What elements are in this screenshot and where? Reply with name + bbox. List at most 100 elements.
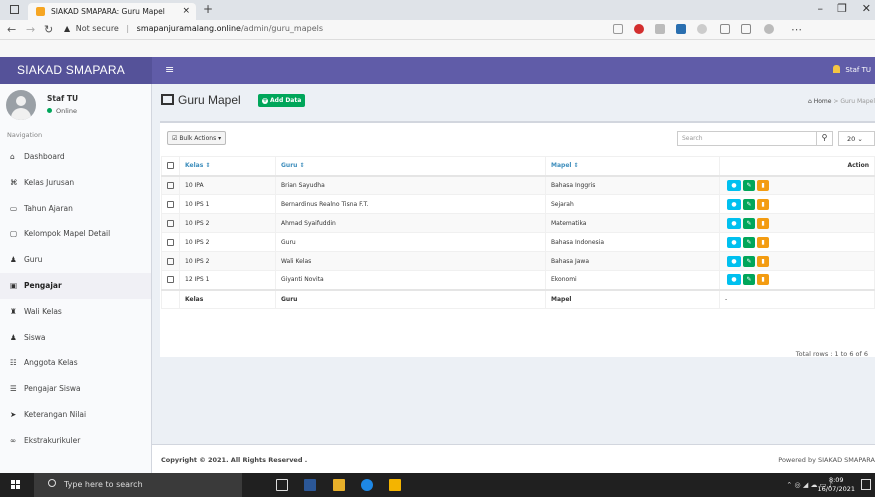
row-checkbox[interactable] [167,238,174,246]
new-tab-button[interactable]: + [203,2,213,16]
edit-button[interactable]: ✎ [743,255,755,267]
extension-icon[interactable] [697,24,707,34]
select-all-checkbox[interactable] [167,162,174,170]
table-row: 12 IPS 1 Giyanti Novita Ekonomi ● ✎ ▮ [161,270,875,290]
sidebar-item-anggota-kelas[interactable]: ☷ Anggota Kelas [0,350,151,376]
delete-button[interactable]: ▮ [757,198,769,210]
page-size-select[interactable]: 20 ⌄ [838,131,875,146]
delete-button[interactable]: ▮ [757,255,769,267]
browser-tab[interactable]: SIAKAD SMAPARA: Guru Mapel × [28,3,196,20]
sidebar-item-pengajar[interactable]: ▣ Pengajar [0,272,151,299]
sidebar-item-kelas-jurusan[interactable]: ⌘ Kelas Jurusan [0,170,151,196]
edit-button[interactable]: ✎ [743,179,755,191]
share-icon[interactable] [741,24,751,34]
delete-button[interactable]: ▮ [757,274,769,286]
maximize-button[interactable]: ❐ [837,2,847,15]
taskbar-search[interactable]: Type here to search [34,473,242,497]
cell-kelas: 10 IPS 2 [179,251,276,271]
sidebar-item-wali-kelas[interactable]: ♜ Wali Kelas [0,299,151,325]
tab-actions-icon[interactable] [10,5,19,14]
sidebar-item-dashboard[interactable]: ⌂ Dashboard [0,144,151,170]
task-view-icon[interactable] [276,479,288,491]
view-button[interactable]: ● [727,274,741,286]
edit-button[interactable]: ✎ [743,274,755,286]
plus-icon: + [262,97,268,104]
more-icon[interactable]: ⋯ [791,23,802,36]
security-label: Not secure [75,24,119,33]
url-field[interactable]: ▲ Not secure | smapanjuramalang.online/a… [64,24,323,33]
add-data-button[interactable]: + Add Data [258,94,306,107]
view-button[interactable]: ● [727,255,741,267]
edit-button[interactable]: ✎ [743,217,755,229]
sidebar-item-tahun-ajaran[interactable]: ▭ Tahun Ajaran [0,196,151,222]
opera-extension-icon[interactable] [634,24,644,34]
user-icon: ♟ [10,332,17,342]
bulk-actions-button[interactable]: ☑ Bulk Actions ▾ [167,131,227,145]
select-all-checkbox-cell[interactable] [161,156,180,177]
col-guru[interactable]: Guru ⇕ [275,156,546,177]
notification-icon[interactable] [861,479,871,490]
tab-close-icon[interactable]: × [182,6,190,16]
reload-icon[interactable]: ↻ [44,23,53,36]
edit-button[interactable]: ✎ [743,236,755,248]
url-host: smapanjuramalang.online [136,24,241,33]
col-action: Action [719,156,875,177]
powered-by: Powered by SIAKAD SMAPARA [778,456,875,464]
view-button[interactable]: ● [727,236,741,248]
forward-icon[interactable]: → [26,23,35,36]
breadcrumb-home[interactable]: Home [814,98,832,105]
url-path: /admin/guru_mapels [240,24,324,33]
search-input[interactable]: Search [677,131,817,146]
user-panel: Staf TU Online [6,90,146,126]
search-icon[interactable]: ⚲ [817,131,833,146]
col-kelas[interactable]: Kelas ⇕ [179,156,276,177]
view-button[interactable]: ● [727,179,741,191]
extension-icon[interactable] [676,24,686,34]
sidebar-item-guru[interactable]: ♟ Guru [0,247,151,273]
menu-toggle-icon[interactable]: ≡ [165,63,174,76]
header-user-menu[interactable]: Staf TU [833,65,871,74]
window-close-button[interactable]: ✕ [862,2,871,15]
view-button[interactable]: ● [727,217,741,229]
back-icon[interactable]: ← [7,23,16,36]
sidebar-item-siswa[interactable]: ♟ Siswa [0,325,151,351]
dashboard-icon: ⌂ [10,152,15,161]
favorites-icon[interactable] [613,24,623,34]
row-checkbox[interactable] [167,200,174,208]
user-icon: ♟ [10,255,17,265]
row-checkbox[interactable] [167,276,174,284]
edge-icon[interactable] [361,479,373,491]
file-explorer-icon[interactable] [333,479,345,491]
sidebar-item-pengajar-siswa[interactable]: ☰ Pengajar Siswa [0,376,151,402]
cell-mapel: Sejarah [545,194,720,214]
word-icon[interactable] [304,479,316,491]
table-row: 10 IPS 2 Wali Kelas Bahasa Jawa ● ✎ ▮ [161,251,875,271]
presentation-icon [161,94,174,105]
sidebar-item-ekstrakurikuler[interactable]: ∞ Ekstrakurikuler [0,428,151,454]
minimize-button[interactable]: – [818,2,824,15]
brand-logo[interactable]: SIAKAD SMAPARA [0,57,152,84]
view-button[interactable]: ● [727,198,741,210]
windows-start-icon[interactable] [11,480,21,490]
delete-button[interactable]: ▮ [757,179,769,191]
delete-button[interactable]: ▮ [757,236,769,248]
delete-button[interactable]: ▮ [757,217,769,229]
favicon-icon [36,7,45,16]
app-icon[interactable] [389,479,401,491]
profile-icon[interactable] [764,24,774,34]
edit-button[interactable]: ✎ [743,198,755,210]
content-header: Guru Mapel + Add Data ⌂ Home > Guru Mapel [152,84,875,118]
sidebar-item-kelompok-mapel-detail[interactable]: ▢ Kelompok Mapel Detail [0,221,151,247]
clock[interactable]: 8:09 16/07/2021 [818,476,855,494]
breadcrumb-separator: > [833,98,839,105]
warning-icon: ▲ [64,24,71,33]
row-checkbox[interactable] [167,181,174,189]
cell-guru: Guru [275,232,546,252]
check-icon: ☑ [172,135,178,142]
sidebar-item-keterangan-nilai[interactable]: ➤ Keterangan Nilai [0,402,151,428]
extension-icon[interactable] [655,24,665,34]
col-mapel[interactable]: Mapel ⇕ [545,156,720,177]
row-checkbox[interactable] [167,257,174,265]
collections-icon[interactable] [720,24,730,34]
row-checkbox[interactable] [167,219,174,227]
